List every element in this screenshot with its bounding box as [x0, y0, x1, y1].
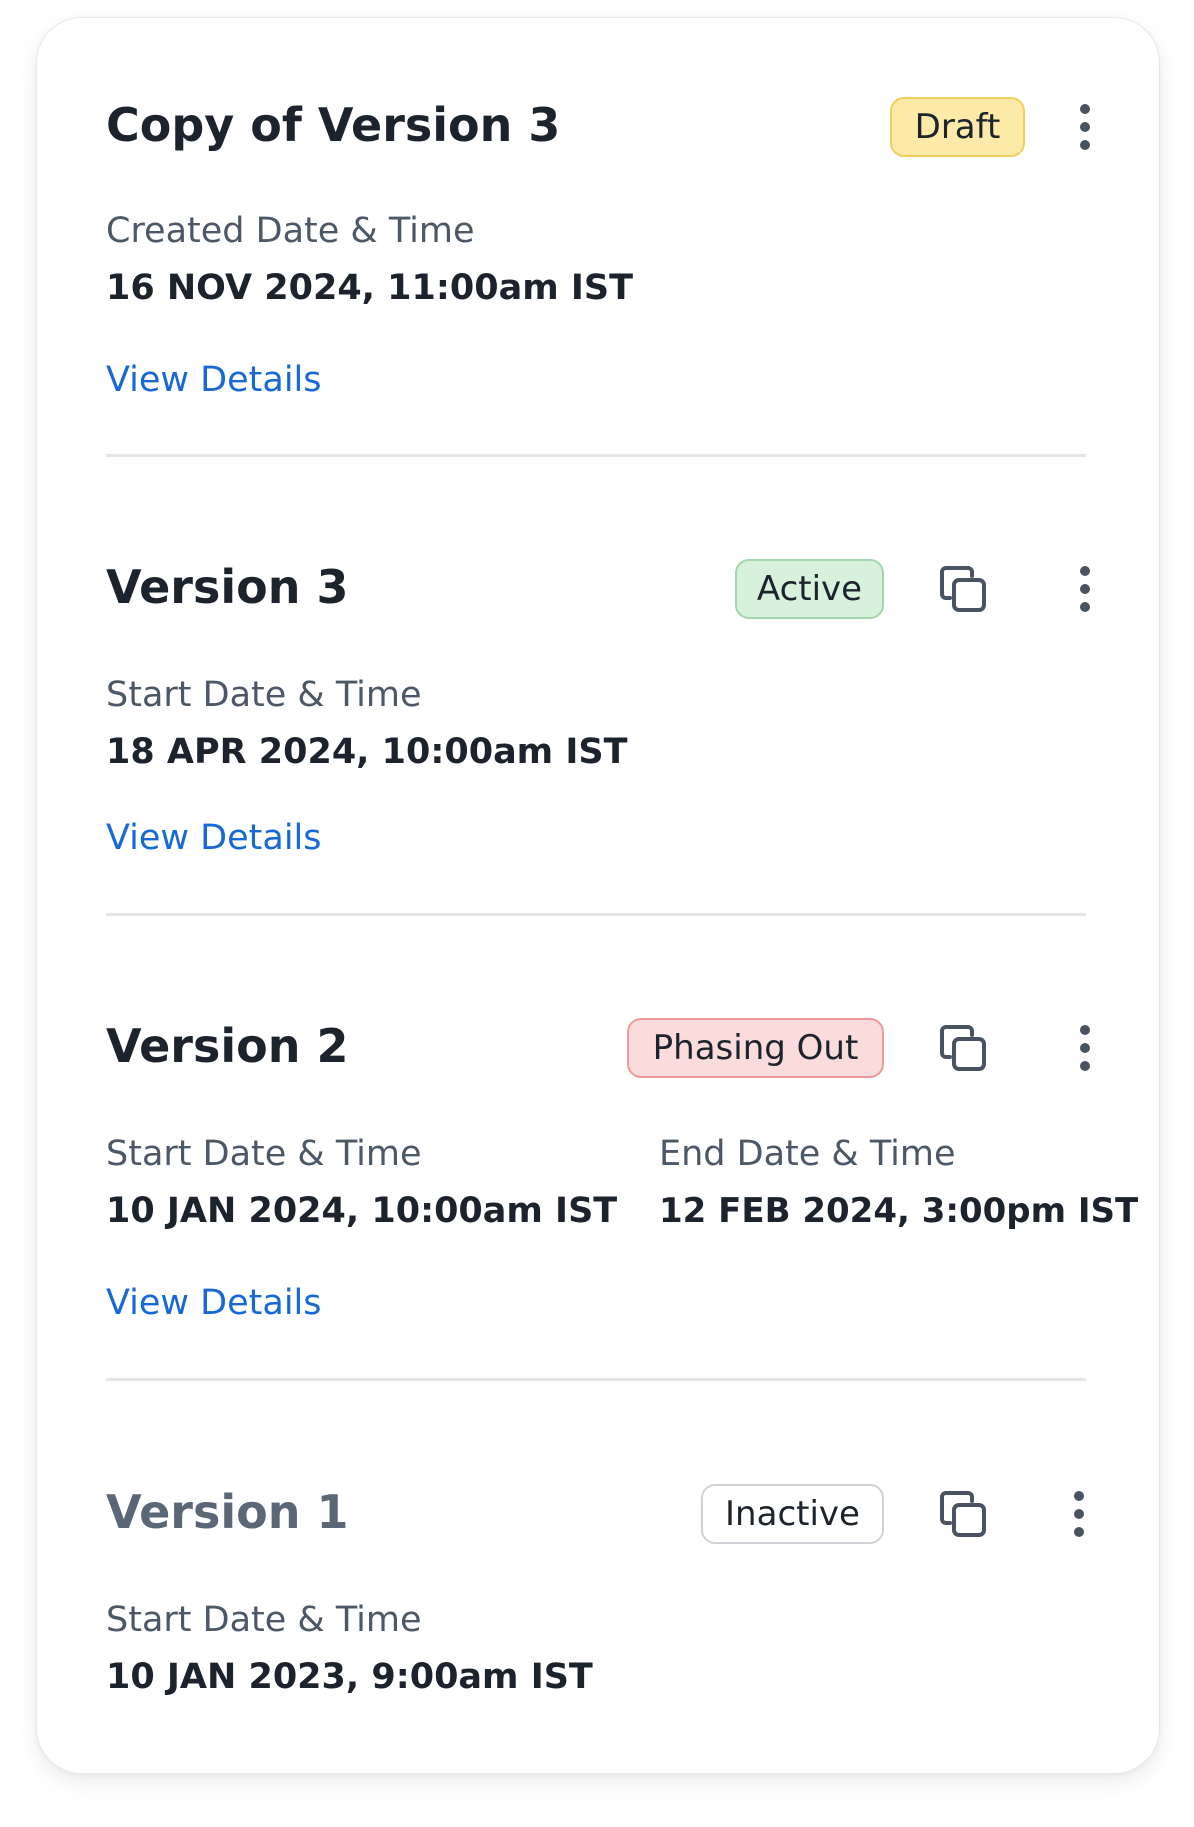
created-date-value: 16 NOV 2024, 11:00am IST [106, 268, 633, 308]
more-options-button[interactable] [1049, 1484, 1109, 1544]
copy-icon [940, 1025, 986, 1071]
start-date-label: Start Date & Time [106, 675, 422, 715]
more-vertical-icon-dot [1074, 1509, 1084, 1519]
copy-button[interactable] [933, 1484, 993, 1544]
more-vertical-icon-dot [1074, 1491, 1084, 1501]
copy-button[interactable] [933, 559, 993, 619]
start-date-value: 18 APR 2024, 10:00am IST [106, 732, 628, 772]
version-title: Version 3 [106, 560, 349, 614]
more-options-button[interactable] [1055, 97, 1115, 157]
end-date-label: End Date & Time [659, 1134, 956, 1174]
start-date-value: 10 JAN 2024, 10:00am IST [106, 1191, 618, 1231]
more-options-button[interactable] [1055, 559, 1115, 619]
version-title: Version 2 [106, 1019, 349, 1073]
start-date-label: Start Date & Time [106, 1134, 422, 1174]
copy-icon [940, 1491, 986, 1537]
more-vertical-icon-dot [1080, 104, 1090, 114]
status-badge-active: Active [735, 559, 884, 619]
copy-icon [940, 566, 986, 612]
more-vertical-icon-dot [1080, 122, 1090, 132]
versions-card: Copy of Version 3 Draft Created Date & T… [36, 17, 1160, 1774]
status-badge-inactive: Inactive [701, 1484, 884, 1544]
more-vertical-icon-dot [1080, 584, 1090, 594]
more-vertical-icon-dot [1080, 602, 1090, 612]
more-vertical-icon-dot [1080, 1025, 1090, 1035]
view-details-link[interactable]: View Details [106, 816, 322, 860]
more-vertical-icon-dot [1074, 1527, 1084, 1537]
view-details-link[interactable]: View Details [106, 1281, 322, 1325]
start-date-value: 10 JAN 2023, 9:00am IST [106, 1657, 593, 1697]
view-details-link[interactable]: View Details [106, 358, 322, 402]
status-badge-draft: Draft [890, 97, 1025, 157]
created-date-label: Created Date & Time [106, 211, 475, 251]
end-date-value: 12 FEB 2024, 3:00pm IST [659, 1191, 1139, 1231]
more-vertical-icon-dot [1080, 1061, 1090, 1071]
version-title: Version 1 [106, 1485, 349, 1539]
more-vertical-icon-dot [1080, 566, 1090, 576]
start-date-label: Start Date & Time [106, 1600, 422, 1640]
divider [106, 913, 1086, 916]
more-vertical-icon-dot [1080, 140, 1090, 150]
more-vertical-icon-dot [1080, 1043, 1090, 1053]
status-badge-phasing-out: Phasing Out [627, 1018, 884, 1078]
version-title: Copy of Version 3 [106, 98, 561, 152]
copy-button[interactable] [933, 1018, 993, 1078]
divider [106, 454, 1086, 457]
more-options-button[interactable] [1055, 1018, 1115, 1078]
divider [106, 1378, 1086, 1381]
